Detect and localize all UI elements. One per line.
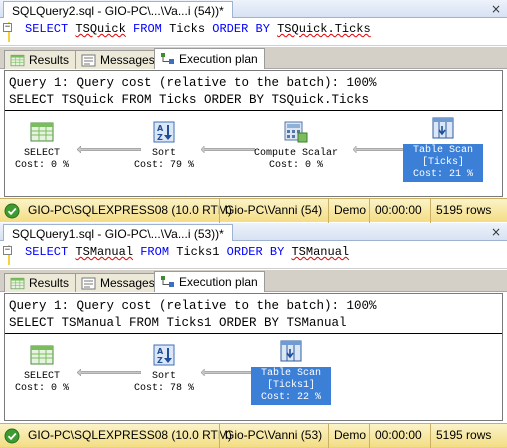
status-database: Demo: [328, 199, 371, 223]
status-row-count: 5195 rows: [430, 424, 496, 448]
sql-keyword: ORDER BY: [212, 22, 270, 36]
compute-scalar-icon: [284, 121, 308, 143]
plan-node-compute-scalar[interactable]: Compute Scalar Cost: 0 %: [248, 121, 344, 172]
document-tabbar: SQLQuery2.sql - GIO-PC\...\Va...i (54))*…: [0, 0, 507, 18]
sql-identifier: TSManual: [291, 245, 350, 259]
tab-execution-plan[interactable]: Execution plan: [154, 48, 265, 69]
sql-editor[interactable]: − SELECT TSQuick FROM Ticks ORDER BY TSQ…: [0, 18, 507, 46]
sql-text: SELECT TSQuick FROM Ticks ORDER BY TSQui…: [25, 22, 371, 36]
plan-statement: SELECT TSQuick FROM Ticks ORDER BY TSQui…: [9, 93, 370, 107]
query-window-1: SQLQuery2.sql - GIO-PC\...\Va...i (54))*…: [0, 0, 507, 223]
sql-keyword: SELECT: [25, 22, 69, 36]
execution-plan-icon: [161, 276, 174, 287]
sql-identifier: TSQuick: [75, 22, 126, 36]
plan-query-cost: Query 1: Query cost (relative to the bat…: [9, 299, 377, 313]
status-user: Gio-PC\Vanni (53): [219, 424, 327, 448]
sort-icon: [152, 344, 176, 366]
close-icon[interactable]: ×: [489, 2, 503, 16]
document-tab-sqlquery1[interactable]: SQLQuery1.sql - GIO-PC\...\Va...i (53))*: [3, 224, 233, 241]
sql-identifier: Ticks: [169, 22, 206, 36]
select-icon: [30, 121, 54, 143]
sql-text: SELECT TSManual FROM Ticks1 ORDER BY TSM…: [25, 245, 349, 259]
query-window-2: SQLQuery1.sql - GIO-PC\...\Va...i (53))*…: [0, 223, 507, 448]
tab-label: Results: [29, 276, 70, 290]
plan-node-table-scan[interactable]: Table Scan [Ticks1] Cost: 22 %: [251, 340, 331, 405]
sort-icon: [152, 121, 176, 143]
collapse-icon[interactable]: −: [3, 23, 12, 32]
grid-icon: [10, 54, 25, 67]
selected-node-label: Table Scan [Ticks1] Cost: 22 %: [251, 367, 331, 405]
status-bar: GIO-PC\SQLEXPRESS08 (10.0 RTM) Gio-PC\Va…: [0, 198, 507, 223]
grid-icon: [10, 277, 25, 290]
table-scan-icon: [431, 117, 455, 139]
sql-identifier: Ticks1: [176, 245, 220, 259]
plan-query-cost: Query 1: Query cost (relative to the bat…: [9, 76, 377, 90]
tab-messages[interactable]: Messages: [75, 273, 162, 292]
results-tabstrip: Results Messages Execution plan: [0, 270, 507, 292]
select-icon: [30, 344, 54, 366]
messages-icon: [81, 54, 96, 67]
plan-separator: [5, 333, 502, 334]
status-server: GIO-PC\SQLEXPRESS08 (10.0 RTM): [28, 428, 232, 442]
execution-plan-panel: Query 1: Query cost (relative to the bat…: [4, 70, 503, 197]
tab-label: Messages: [100, 276, 155, 290]
connected-check-icon: [4, 203, 20, 219]
document-tab-title: SQLQuery2.sql - GIO-PC\...\Va...i (54))*: [12, 4, 224, 18]
plan-node-table-scan[interactable]: Table Scan [Ticks] Cost: 21 %: [403, 117, 483, 182]
status-bar: GIO-PC\SQLEXPRESS08 (10.0 RTM) Gio-PC\Va…: [0, 423, 507, 448]
sql-keyword: FROM: [133, 22, 162, 36]
tab-label: Execution plan: [179, 275, 258, 289]
tab-results[interactable]: Results: [4, 50, 77, 69]
plan-separator: [5, 110, 502, 111]
status-server: GIO-PC\SQLEXPRESS08 (10.0 RTM): [28, 203, 232, 217]
tab-messages[interactable]: Messages: [75, 50, 162, 69]
plan-node-select[interactable]: SELECT Cost: 0 %: [7, 344, 77, 395]
tab-label: Results: [29, 53, 70, 67]
sql-editor[interactable]: − SELECT TSManual FROM Ticks1 ORDER BY T…: [0, 241, 507, 269]
tab-execution-plan[interactable]: Execution plan: [154, 271, 265, 292]
sql-keyword: SELECT: [25, 245, 69, 259]
tab-label: Messages: [100, 53, 155, 67]
status-elapsed-time: 00:00:00: [369, 199, 427, 223]
status-elapsed-time: 00:00:00: [369, 424, 427, 448]
execution-plan-panel: Query 1: Query cost (relative to the bat…: [4, 293, 503, 421]
collapse-icon[interactable]: −: [3, 246, 12, 255]
plan-statement: SELECT TSManual FROM Ticks1 ORDER BY TSM…: [9, 316, 347, 330]
execution-plan-icon: [161, 53, 174, 64]
sql-identifier: TSManual: [75, 245, 134, 259]
document-tab-sqlquery2[interactable]: SQLQuery2.sql - GIO-PC\...\Va...i (54))*: [3, 1, 233, 18]
tab-results[interactable]: Results: [4, 273, 77, 292]
plan-node-select[interactable]: SELECT Cost: 0 %: [7, 121, 77, 172]
document-tabbar: SQLQuery1.sql - GIO-PC\...\Va...i (53))*…: [0, 223, 507, 241]
sql-keyword: ORDER BY: [226, 245, 285, 259]
status-user: Gio-PC\Vanni (54): [219, 199, 327, 223]
sql-keyword: FROM: [140, 245, 170, 259]
status-row-count: 5195 rows: [430, 199, 496, 223]
status-database: Demo: [328, 424, 371, 448]
tab-label: Execution plan: [179, 52, 258, 66]
selected-node-label: Table Scan [Ticks] Cost: 21 %: [403, 144, 483, 182]
results-tabstrip: Results Messages Execution plan: [0, 47, 507, 69]
document-tab-title: SQLQuery1.sql - GIO-PC\...\Va...i (53))*: [12, 227, 224, 241]
plan-arrow: [353, 146, 407, 153]
plan-node-sort[interactable]: Sort Cost: 79 %: [131, 121, 197, 172]
plan-arrow: [201, 146, 255, 153]
messages-icon: [81, 277, 96, 290]
sql-identifier: TSQuick.Ticks: [277, 22, 371, 36]
close-icon[interactable]: ×: [489, 225, 503, 239]
connected-check-icon: [4, 428, 20, 444]
plan-node-sort[interactable]: Sort Cost: 78 %: [131, 344, 197, 395]
table-scan-icon: [279, 340, 303, 362]
